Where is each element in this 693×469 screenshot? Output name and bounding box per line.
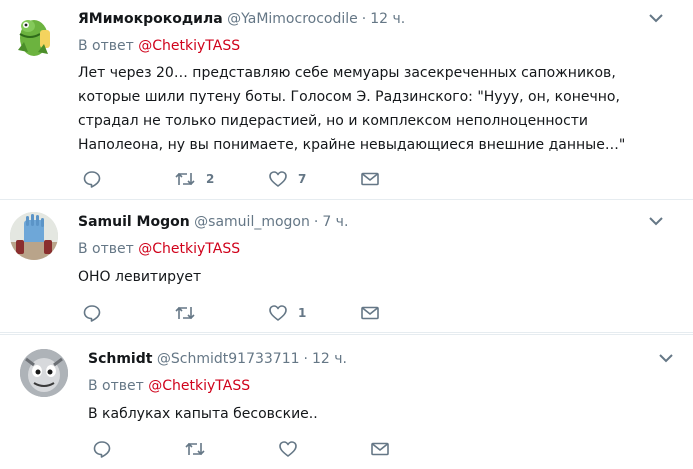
reply-prefix: В ответ [78,241,134,257]
separator-dot: · [303,351,308,367]
reply-icon [93,441,111,458]
tweet-text: ОНО левитирует [78,269,202,285]
reply-context: В ответ @ChetkiyTASS [88,377,250,395]
reply-prefix: В ответ [78,38,134,54]
display-name[interactable]: ЯМимокрокодила [78,11,223,27]
user-handle[interactable]: @Schmidt91733711 [157,351,300,367]
like-button[interactable]: 1 [268,303,306,323]
chevron-down-icon[interactable] [648,215,664,227]
retweet-button[interactable] [184,439,216,459]
retweet-icon [175,306,195,320]
reply-mention-link[interactable]: @ChetkiyTASS [138,38,240,54]
chevron-down-icon[interactable] [658,352,674,364]
tweet-actions: 1 [82,303,402,323]
like-icon [279,441,297,457]
reply-context: В ответ @ChetkiyTASS [78,240,240,258]
display-name[interactable]: Samuil Mogon [78,214,190,230]
avatar[interactable] [20,349,68,397]
avatar[interactable] [10,212,58,260]
reply-button[interactable] [92,439,112,459]
dm-icon [371,442,389,456]
like-button[interactable] [278,439,308,459]
avatar[interactable] [10,12,58,60]
like-icon [269,305,287,321]
retweet-icon [175,172,195,186]
separator-dot: · [361,11,367,27]
direct-message-button[interactable] [360,303,380,323]
timestamp[interactable]: 7 ч. [322,214,348,230]
tweet: Samuil Mogon @samuil_mogon · 7 ч. В ответ … [0,200,693,333]
timestamp[interactable]: 12 ч. [370,11,405,27]
tweet-text: Лет через 20… представляю себе мемуары з… [78,65,626,153]
reply-mention-link[interactable]: @ChetkiyTASS [148,378,250,394]
reply-icon [83,171,101,188]
reply-icon [83,305,101,322]
like-count: 7 [298,172,307,186]
tweet-actions [92,439,412,459]
like-button[interactable]: 7 [268,169,306,189]
reply-button[interactable] [82,169,102,189]
reply-button[interactable] [82,303,102,323]
retweet-button[interactable] [174,303,206,323]
tweet-header: ЯМимокрокодила @YaMimocrocodile · 12 ч. [78,10,405,28]
dm-icon [361,306,379,320]
like-count: 1 [298,306,307,320]
like-icon [269,171,287,187]
tweet-header: Samuil Mogon @samuil_mogon · 7 ч. [78,213,348,231]
retweet-count: 2 [206,172,215,186]
reply-context: В ответ @ChetkiyTASS [78,37,240,55]
direct-message-button[interactable] [370,439,390,459]
dm-icon [361,172,379,186]
tweet-text: В каблуках капыта бесовские.. [88,406,318,422]
tweet-actions: 2 7 [82,169,402,189]
chevron-down-icon[interactable] [648,12,664,24]
direct-message-button[interactable] [360,169,380,189]
tweet: ЯМимокрокодила @YaMimocrocodile · 12 ч. В … [0,0,693,200]
retweet-icon [185,442,205,456]
tweet: Schmidt @Schmidt91733711 · 12 ч. В ответ @… [0,334,693,469]
separator-dot: · [313,214,319,230]
reply-prefix: В ответ [88,378,144,394]
user-handle[interactable]: @YaMimocrocodile [227,11,358,27]
reply-mention-link[interactable]: @ChetkiyTASS [138,241,240,257]
retweet-button[interactable]: 2 [174,169,214,189]
tweet-header: Schmidt @Schmidt91733711 · 12 ч. [88,350,347,368]
display-name[interactable]: Schmidt [88,351,152,367]
timestamp[interactable]: 12 ч. [312,351,347,367]
user-handle[interactable]: @samuil_mogon [194,214,310,230]
